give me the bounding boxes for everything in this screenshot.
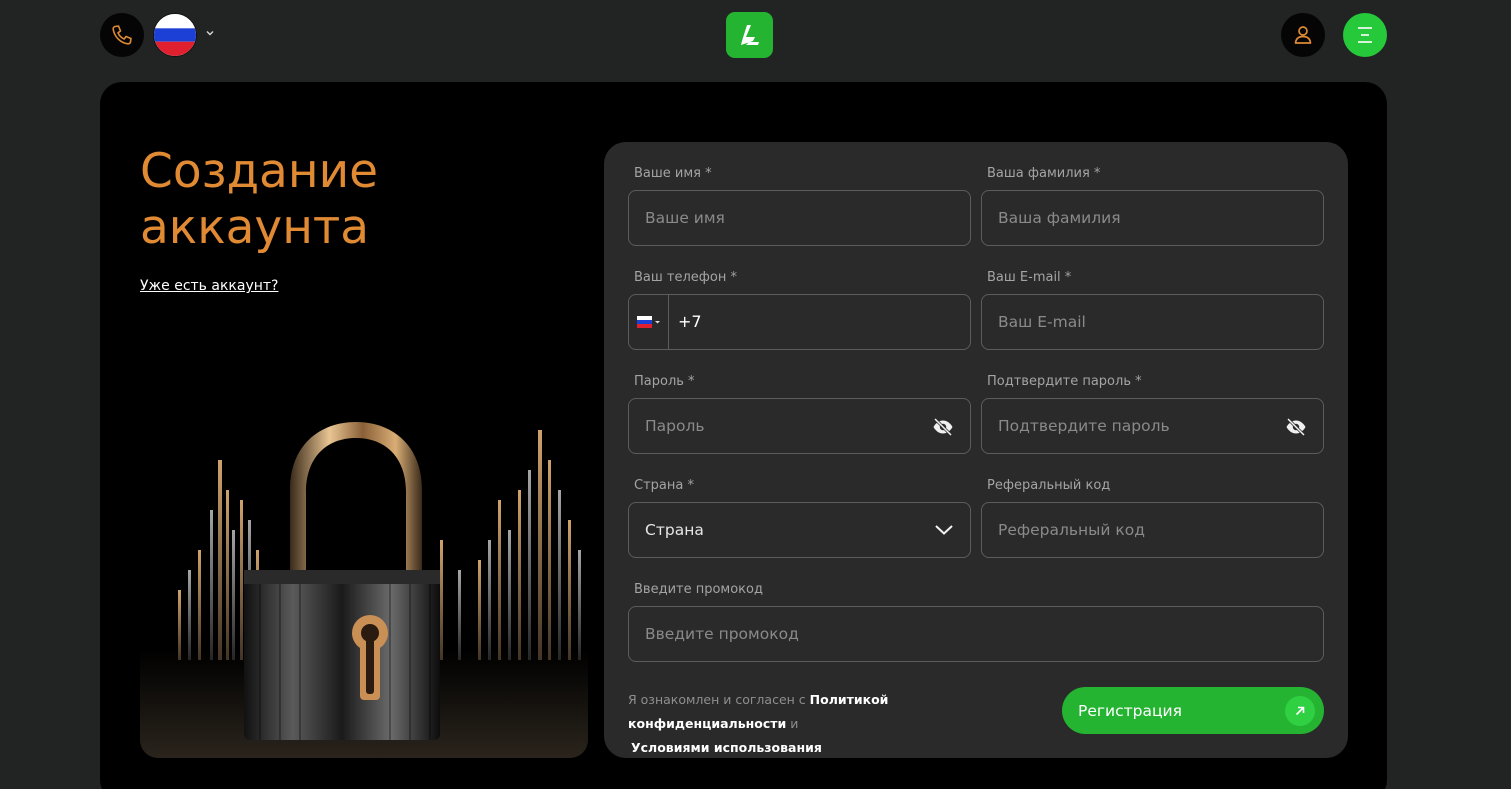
email-label: Ваш E-mail *: [987, 270, 1072, 285]
padlock-illustration: [140, 420, 588, 758]
chevron-down-icon: [935, 525, 953, 535]
country-select[interactable]: Страна: [628, 502, 971, 558]
country-label: Страна *: [634, 478, 694, 493]
user-icon: [1294, 26, 1312, 44]
eye-off-icon[interactable]: [932, 417, 954, 437]
email-field: [981, 294, 1324, 350]
last-name-field: [981, 190, 1324, 246]
consent-text: Я ознакомлен и согласен с Политикой конф…: [628, 688, 1048, 760]
register-arrow: [1285, 696, 1315, 726]
padlock-image: [140, 420, 588, 758]
account-button[interactable]: [1281, 13, 1325, 57]
eye-off-icon[interactable]: [1285, 417, 1307, 437]
confirm-password-label: Подтвердите пароль *: [987, 374, 1142, 389]
phone-input[interactable]: [669, 295, 970, 349]
confirm-password-field: [981, 398, 1324, 454]
promo-input[interactable]: [629, 607, 1323, 661]
page-title-line2: аккаунта: [140, 200, 370, 255]
brand-logo-icon: [740, 25, 759, 45]
referral-input[interactable]: [982, 503, 1323, 557]
phone-field: +7: [628, 294, 971, 350]
password-input[interactable]: [629, 399, 970, 453]
brand-logo[interactable]: [726, 12, 773, 58]
menu-button[interactable]: [1343, 13, 1387, 57]
consent-prefix: Я ознакомлен и согласен с: [628, 692, 810, 707]
consent-joiner: и: [786, 716, 799, 731]
registration-card: Создание аккаунта Уже есть аккаунт? Ваше…: [100, 82, 1387, 789]
referral-field: [981, 502, 1324, 558]
russia-flag-icon: [154, 14, 196, 56]
terms-link[interactable]: Условиями использования: [631, 740, 822, 755]
top-header: [0, 0, 1511, 70]
email-input[interactable]: [982, 295, 1323, 349]
country-selected-value: Страна: [645, 521, 704, 539]
login-link[interactable]: Уже есть аккаунт?: [140, 278, 278, 294]
first-name-label: Ваше имя *: [634, 166, 712, 181]
phone-icon: [112, 25, 132, 45]
phone-number-wrap: [669, 295, 970, 349]
chevron-down-icon[interactable]: [204, 28, 216, 38]
password-label: Пароль *: [634, 374, 695, 389]
page-title: Создание аккаунта: [140, 144, 560, 256]
language-button[interactable]: [153, 13, 197, 57]
password-field: [628, 398, 971, 454]
register-button-label: Регистрация: [1078, 701, 1182, 720]
promo-field: [628, 606, 1324, 662]
arrow-up-right-icon: [1295, 706, 1305, 716]
menu-icon: [1358, 27, 1372, 43]
promo-label: Введите промокод: [634, 582, 763, 597]
phone-button[interactable]: [100, 13, 144, 57]
first-name-input[interactable]: [629, 191, 970, 245]
confirm-password-input[interactable]: [982, 399, 1323, 453]
last-name-label: Ваша фамилия *: [987, 166, 1101, 181]
phone-label: Ваш телефон *: [634, 270, 737, 285]
last-name-input[interactable]: [982, 191, 1323, 245]
registration-form: Ваше имя * Ваша фамилия * Ваш телефон * …: [604, 142, 1348, 758]
register-button[interactable]: Регистрация: [1062, 687, 1324, 734]
first-name-field: [628, 190, 971, 246]
phone-country-selector[interactable]: [629, 295, 669, 349]
referral-label: Реферальный код: [987, 478, 1111, 493]
page-title-line1: Создание: [140, 144, 379, 199]
russia-flag-icon: [636, 316, 660, 328]
